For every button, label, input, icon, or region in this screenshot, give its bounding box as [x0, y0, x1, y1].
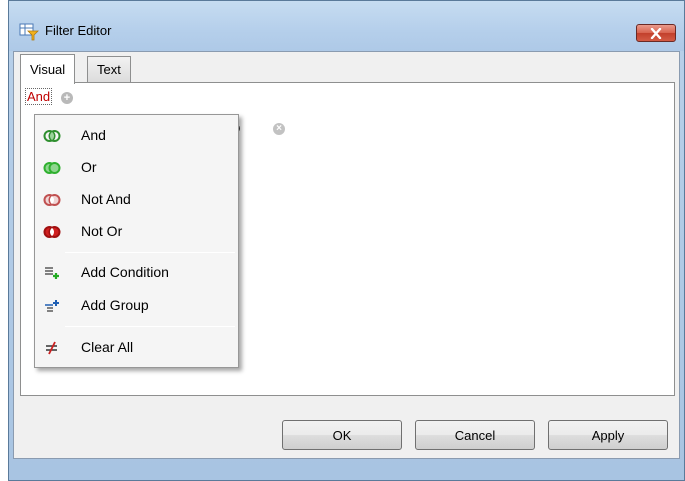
- tab-visual[interactable]: Visual: [20, 54, 76, 84]
- group-context-menu: And Or Not And Not Or Add Condition Add …: [34, 114, 239, 368]
- menu-item-not-and-label: Not And: [81, 191, 131, 207]
- tab-visual-label: Visual: [30, 62, 66, 77]
- menu-separator: [65, 326, 235, 327]
- menu-item-add-condition[interactable]: Add Condition: [37, 258, 236, 288]
- menu-item-clear-all-label: Clear All: [81, 339, 134, 355]
- tab-text-label: Text: [97, 62, 121, 77]
- menu-item-not-or-label: Not Or: [81, 223, 123, 239]
- close-icon: [650, 27, 662, 39]
- and-group-icon: [43, 130, 61, 142]
- menu-item-add-group[interactable]: Add Group: [37, 291, 236, 321]
- menu-separator: [65, 252, 235, 253]
- filter-editor-icon: [19, 23, 39, 41]
- not-and-group-icon: [43, 194, 61, 206]
- title-bar[interactable]: Filter Editor: [9, 1, 684, 51]
- menu-item-add-condition-label: Add Condition: [81, 264, 169, 280]
- menu-item-not-or[interactable]: Not Or: [37, 217, 236, 247]
- menu-item-and[interactable]: And: [37, 121, 236, 151]
- clear-all-icon: [46, 341, 57, 355]
- root-group-operator[interactable]: And: [25, 88, 53, 105]
- apply-button[interactable]: Apply: [548, 420, 668, 450]
- cancel-button[interactable]: Cancel: [415, 420, 535, 450]
- add-circle-icon[interactable]: +: [61, 92, 73, 104]
- not-or-group-icon: [43, 226, 61, 238]
- menu-item-and-label: And: [81, 127, 106, 143]
- menu-item-clear-all[interactable]: Clear All: [37, 333, 236, 363]
- remove-circle-icon[interactable]: ×: [273, 123, 285, 135]
- window-title: Filter Editor: [45, 23, 112, 38]
- menu-item-not-and[interactable]: Not And: [37, 185, 236, 215]
- menu-item-or[interactable]: Or: [37, 153, 236, 183]
- tab-text[interactable]: Text: [87, 56, 131, 82]
- or-group-icon: [43, 162, 61, 174]
- add-group-icon: [45, 300, 59, 312]
- menu-item-add-group-label: Add Group: [81, 297, 149, 313]
- add-condition-icon: [45, 267, 59, 279]
- menu-item-or-label: Or: [81, 159, 97, 175]
- ok-button[interactable]: OK: [282, 420, 402, 450]
- close-button[interactable]: [636, 24, 676, 42]
